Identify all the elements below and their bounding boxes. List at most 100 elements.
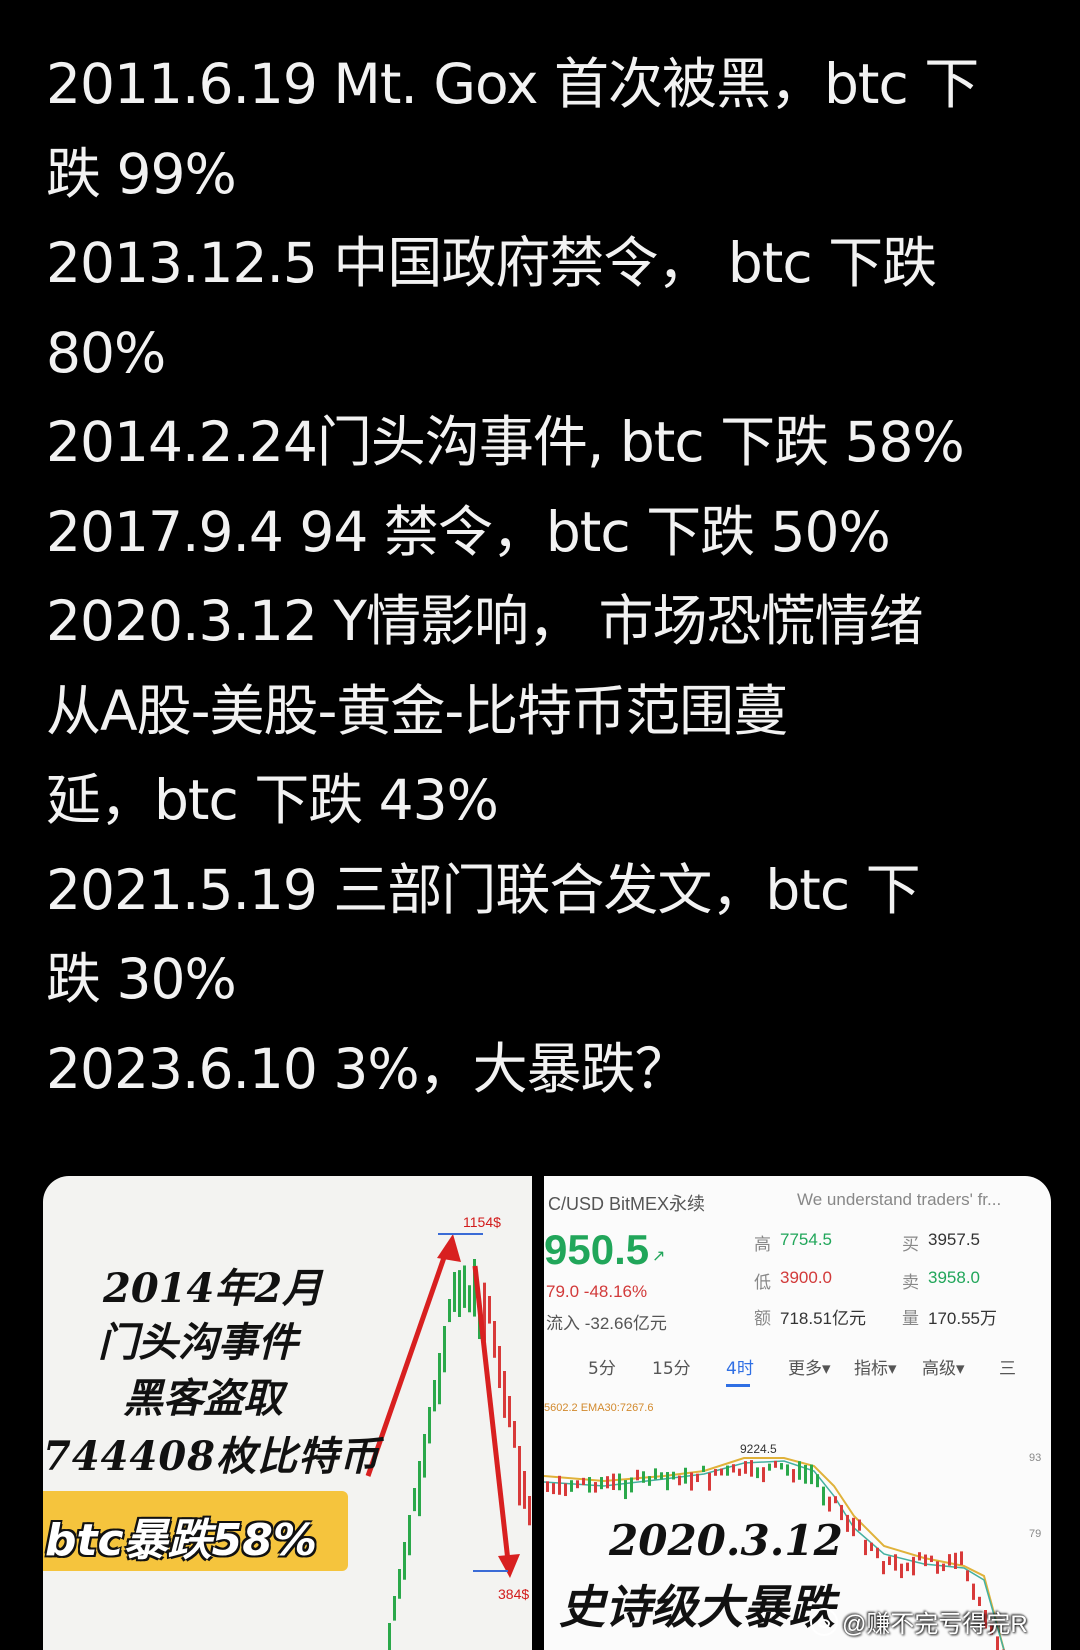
- candle: [423, 1434, 426, 1478]
- candle: [393, 1596, 396, 1621]
- candle: [398, 1569, 401, 1599]
- candle: [942, 1563, 945, 1572]
- image-right[interactable]: C/USD BitMEX永续 We understand traders' fr…: [544, 1176, 1051, 1650]
- candle: [714, 1469, 717, 1476]
- candle: [612, 1473, 615, 1491]
- candle: [972, 1583, 975, 1600]
- candle: [582, 1477, 585, 1486]
- post-line: 延，btc 下跌 43%: [46, 768, 499, 832]
- post-line: 2017.9.4 94 禁令，btc 下跌 50%: [46, 499, 891, 564]
- candle: [684, 1467, 687, 1484]
- candle: [732, 1464, 735, 1473]
- candle: [936, 1561, 939, 1574]
- post-line: 从A股-美股-黄金-比特币范围蔓: [46, 678, 788, 743]
- candle: [828, 1496, 831, 1512]
- candle: [864, 1539, 867, 1556]
- candle: [816, 1474, 819, 1488]
- candle: [408, 1515, 411, 1556]
- post-line: 80%: [46, 320, 166, 385]
- candle: [488, 1296, 491, 1324]
- caption-line: 史诗级大暴跌: [559, 1580, 835, 1634]
- candle: [498, 1346, 501, 1389]
- candle: [708, 1472, 711, 1491]
- candle: [624, 1480, 627, 1500]
- down-arrow-head: [498, 1554, 520, 1578]
- post-text: 2011.6.19 Mt. Gox 首次被黑，btc 下 跌 99% 2013.…: [46, 40, 1046, 1114]
- caption-line: 黑客盗取: [123, 1375, 283, 1422]
- up-arrow-head: [437, 1234, 461, 1262]
- candle: [798, 1461, 801, 1480]
- candle: [468, 1285, 471, 1313]
- post-line: 跌 99%: [46, 141, 237, 206]
- candle: [403, 1542, 406, 1580]
- candle: [438, 1353, 441, 1405]
- left-candle-chart: [365, 1233, 531, 1650]
- watermark: @赚不完亏得完R: [810, 1604, 1028, 1639]
- candle: [894, 1554, 897, 1571]
- image-left[interactable]: 2014年2月 门头沟事件 黑客盗取 744408枚比特币 btc暴跌58% 1…: [43, 1176, 532, 1650]
- candle: [918, 1552, 921, 1561]
- candle: [503, 1371, 506, 1418]
- candle: [630, 1477, 633, 1493]
- candle: [948, 1554, 951, 1566]
- candle: [774, 1460, 777, 1468]
- candle: [720, 1468, 723, 1476]
- candle: [666, 1472, 669, 1491]
- weibo-icon: [810, 1608, 838, 1636]
- candle: [576, 1480, 579, 1489]
- candle: [960, 1551, 963, 1565]
- candle: [738, 1468, 741, 1476]
- caption-line: 744408枚比特币: [43, 1433, 380, 1480]
- candle: [570, 1480, 573, 1492]
- candle: [648, 1476, 651, 1486]
- candle: [528, 1496, 531, 1526]
- candle: [523, 1471, 526, 1509]
- candle: [660, 1472, 663, 1480]
- candle: [696, 1473, 699, 1483]
- candle: [513, 1421, 516, 1448]
- candle: [924, 1554, 927, 1567]
- post-line: 2013.12.5 中国政府禁令， btc 下跌: [46, 231, 937, 295]
- candle: [618, 1473, 621, 1491]
- candle: [594, 1482, 597, 1493]
- candle: [756, 1467, 759, 1479]
- post-images: 2014年2月 门头沟事件 黑客盗取 744408枚比特币 btc暴跌58% 1…: [43, 1176, 1051, 1650]
- candle: [546, 1481, 549, 1492]
- candle: [888, 1556, 891, 1566]
- candle: [508, 1396, 511, 1428]
- post-line: 2021.5.19 三部门联合发文，btc 下: [46, 857, 921, 922]
- candle: [834, 1496, 837, 1504]
- candle: [792, 1469, 795, 1483]
- candle: [846, 1514, 849, 1532]
- candle: [388, 1623, 391, 1650]
- candle: [564, 1483, 567, 1497]
- candle: [463, 1265, 466, 1308]
- candle: [900, 1563, 903, 1579]
- candle: [822, 1486, 825, 1506]
- candle: [433, 1380, 436, 1412]
- post-line: 跌 30%: [46, 947, 237, 1011]
- post-line: 2023.6.10 3%，大暴跌？: [46, 1036, 690, 1101]
- candle: [606, 1476, 609, 1489]
- candle: [690, 1472, 693, 1491]
- candle: [852, 1517, 855, 1537]
- candle: [413, 1488, 416, 1512]
- candle: [654, 1468, 657, 1480]
- candle: [768, 1463, 771, 1471]
- up-arrow-line: [365, 1245, 451, 1477]
- candle: [678, 1475, 681, 1486]
- candle: [672, 1471, 675, 1480]
- candle: [858, 1519, 861, 1531]
- candle: [600, 1477, 603, 1490]
- candle: [493, 1321, 496, 1358]
- candle: [870, 1542, 873, 1552]
- candle: [448, 1299, 451, 1323]
- candle: [588, 1477, 591, 1493]
- candle: [762, 1467, 765, 1483]
- high-price-label: 1154$: [463, 1214, 501, 1230]
- candle: [702, 1465, 705, 1473]
- candle: [558, 1475, 561, 1495]
- candle: [954, 1552, 957, 1569]
- candle: [552, 1483, 555, 1495]
- candle: [726, 1465, 729, 1476]
